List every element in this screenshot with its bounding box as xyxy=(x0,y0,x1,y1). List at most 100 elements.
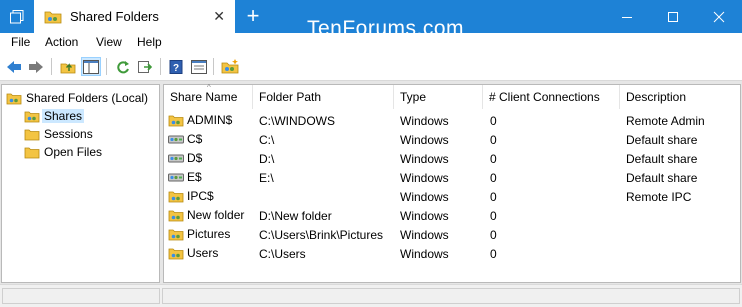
tree-item-label: Open Files xyxy=(44,144,103,159)
menu-help[interactable]: Help xyxy=(137,35,162,49)
shares-icon xyxy=(24,111,40,122)
cell-name: D$ xyxy=(168,151,202,165)
cell-type: Windows xyxy=(400,228,449,242)
properties-button[interactable] xyxy=(189,57,209,76)
title-bar: Shared Folders ✕ + TenForums.com xyxy=(0,0,742,40)
cell-connections: 0 xyxy=(490,133,497,147)
menu-file[interactable]: File xyxy=(11,35,30,49)
column-header-label: Folder Path xyxy=(259,90,322,104)
table-row[interactable]: E$ E:\ Windows 0 Default share xyxy=(164,169,740,188)
new-share-icon xyxy=(221,59,239,74)
cell-name: C$ xyxy=(168,132,202,146)
table-row[interactable]: D$ D:\ Windows 0 Default share xyxy=(164,150,740,169)
minimize-button[interactable] xyxy=(604,0,650,33)
export-list-button[interactable] xyxy=(135,57,155,76)
shares-list: ^ Share Name Folder Path Type # Client C… xyxy=(163,83,741,283)
close-tab-icon[interactable]: ✕ xyxy=(213,9,225,23)
restore-tabs-button[interactable] xyxy=(0,0,34,33)
forward-button[interactable] xyxy=(26,57,46,76)
cell-connections: 0 xyxy=(490,228,497,242)
back-button[interactable] xyxy=(4,57,24,76)
up-folder-icon xyxy=(60,62,76,73)
sessions-icon xyxy=(24,129,40,140)
toolbar-separator xyxy=(106,58,107,75)
cell-type: Windows xyxy=(400,171,449,185)
column-header-folder-path[interactable]: Folder Path xyxy=(253,85,394,109)
shared-folder-icon xyxy=(44,11,62,24)
status-segment xyxy=(2,288,160,304)
cell-type: Windows xyxy=(400,114,449,128)
show-hide-tree-button[interactable] xyxy=(81,57,101,76)
table-row[interactable]: Users C:\Users Windows 0 xyxy=(164,245,740,264)
share-name-text: E$ xyxy=(187,170,202,184)
new-share-button[interactable] xyxy=(220,57,240,76)
column-header-label: # Client Connections xyxy=(489,90,600,104)
up-folder-button[interactable] xyxy=(58,57,78,76)
cell-path: C:\WINDOWS xyxy=(259,114,335,128)
cell-name: E$ xyxy=(168,170,202,184)
new-tab-button[interactable]: + xyxy=(241,4,265,28)
column-header-label: Type xyxy=(400,90,427,104)
share-name-text: New folder xyxy=(187,208,245,222)
cell-name: ADMIN$ xyxy=(168,113,232,127)
share-name-text: ADMIN$ xyxy=(187,113,233,127)
tree-item-shares[interactable]: Shares xyxy=(24,107,85,124)
cell-description: Default share xyxy=(626,171,698,185)
tree-item-open-files[interactable]: Open Files xyxy=(24,143,102,160)
properties-icon xyxy=(191,59,207,74)
cell-type: Windows xyxy=(400,209,449,223)
column-header-type[interactable]: Type xyxy=(394,85,483,109)
toolbar-separator xyxy=(213,58,214,75)
cell-path: D:\New folder xyxy=(259,209,332,223)
menu-action[interactable]: Action xyxy=(45,35,78,49)
table-row[interactable]: New folder D:\New folder Windows 0 xyxy=(164,207,740,226)
tree-root-label: Shared Folders (Local) xyxy=(26,90,149,105)
cell-description: Default share xyxy=(626,152,698,166)
column-header-description[interactable]: Description xyxy=(620,85,740,109)
table-row[interactable]: C$ C:\ Windows 0 Default share xyxy=(164,131,740,150)
share-name-text: Users xyxy=(187,246,219,260)
menu-view[interactable]: View xyxy=(96,35,122,49)
cell-name: Pictures xyxy=(168,227,230,241)
share-name-text: IPC$ xyxy=(187,189,214,203)
table-row[interactable]: ADMIN$ C:\WINDOWS Windows 0 Remote Admin xyxy=(164,112,740,131)
maximize-button[interactable] xyxy=(650,0,696,33)
refresh-button[interactable] xyxy=(113,57,133,76)
close-button[interactable] xyxy=(696,0,742,33)
column-header-client-connections[interactable]: # Client Connections xyxy=(483,85,620,109)
cell-path: C:\Users xyxy=(259,247,306,261)
cell-path: C:\Users\Brink\Pictures xyxy=(259,228,384,242)
toolbar: ? xyxy=(0,53,742,81)
cell-type: Windows xyxy=(400,152,449,166)
folder-share-icon xyxy=(168,248,184,260)
sort-ascending-icon: ^ xyxy=(207,83,211,92)
cell-connections: 0 xyxy=(490,152,497,166)
table-row[interactable]: IPC$ Windows 0 Remote IPC xyxy=(164,188,740,207)
cell-path: D:\ xyxy=(259,152,275,166)
tree-item-label: Shares xyxy=(42,108,85,123)
tree-root[interactable]: Shared Folders (Local) xyxy=(6,89,148,106)
tab-shared-folders[interactable]: Shared Folders ✕ xyxy=(34,0,235,33)
status-bar xyxy=(0,284,742,307)
column-header-share-name[interactable]: ^ Share Name xyxy=(164,83,253,109)
export-list-icon xyxy=(138,60,153,73)
maximize-icon xyxy=(668,11,678,22)
share-name-text: Pictures xyxy=(187,227,231,241)
cell-connections: 0 xyxy=(490,114,497,128)
cell-description: Remote IPC xyxy=(626,190,692,204)
refresh-icon xyxy=(117,60,129,73)
main-area: Shared Folders (Local) Shares Sessions O… xyxy=(0,81,742,284)
tree-item-sessions[interactable]: Sessions xyxy=(24,125,93,142)
ipc-share-icon xyxy=(168,191,184,203)
table-row[interactable]: Pictures C:\Users\Brink\Pictures Windows 0 xyxy=(164,226,740,245)
share-name-text: D$ xyxy=(187,151,203,165)
cell-connections: 0 xyxy=(490,171,497,185)
cell-connections: 0 xyxy=(490,247,497,261)
cell-type: Windows xyxy=(400,247,449,261)
shared-folder-icon xyxy=(6,93,22,104)
cell-name: Users xyxy=(168,246,218,260)
cell-path: C:\ xyxy=(259,133,275,147)
help-button[interactable]: ? xyxy=(166,57,186,76)
minimize-icon xyxy=(622,16,632,18)
cell-path: E:\ xyxy=(259,171,274,185)
